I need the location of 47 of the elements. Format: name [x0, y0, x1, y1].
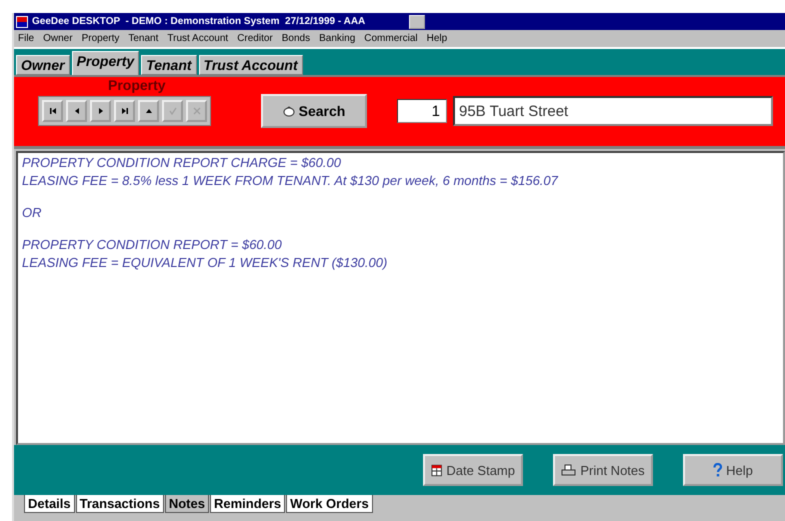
- tab[interactable]: Work Orders: [286, 495, 373, 513]
- note-line: OR: [22, 205, 42, 220]
- first-record-icon: [48, 106, 58, 116]
- nav-button[interactable]: [66, 100, 87, 122]
- cancel-icon: [192, 106, 202, 116]
- last-record-icon: [120, 106, 130, 116]
- calendar-icon: [431, 464, 442, 476]
- print-button[interactable]: Print Notes: [553, 454, 653, 486]
- menu-item[interactable]: Tenant: [128, 33, 158, 44]
- section-label: Property: [108, 77, 166, 94]
- note-line: PROPERTY CONDITION REPORT CHARGE = $60.00: [22, 155, 342, 170]
- printer-icon: [561, 464, 576, 476]
- tab[interactable]: Property: [72, 51, 140, 75]
- menu-item[interactable]: Owner: [43, 33, 73, 44]
- tab[interactable]: Details: [24, 495, 75, 513]
- window-title: GeeDee DESKTOP - DEMO : Demonstration System 27/12/1999 - AAA: [32, 16, 366, 27]
- menu-item[interactable]: Creditor: [237, 33, 273, 44]
- search-button[interactable]: Search: [261, 94, 367, 128]
- note-line: LEASING FEE = 8.5% less 1 WEEK FROM TENANT. At $130 per week, 6 months = $156.07: [22, 173, 560, 188]
- tab[interactable]: Reminders: [210, 495, 286, 513]
- menu-item[interactable]: Bonds: [282, 33, 310, 44]
- app-icon: [16, 16, 28, 28]
- tab[interactable]: Notes: [164, 495, 209, 513]
- menu-item[interactable]: Trust Account: [167, 33, 228, 44]
- tab[interactable]: Owner: [16, 55, 70, 75]
- notes-area[interactable]: [16, 151, 785, 445]
- menu-item[interactable]: Property: [82, 33, 120, 44]
- note-line: PROPERTY CONDITION REPORT = $60.00: [22, 237, 283, 252]
- record-number-field[interactable]: 1: [397, 99, 447, 123]
- menu-item[interactable]: Banking: [319, 33, 356, 44]
- nav-button[interactable]: [114, 100, 135, 122]
- address-field[interactable]: 95B Tuart Street: [453, 96, 773, 126]
- question-mark-icon: [713, 463, 722, 477]
- date-stamp-button[interactable]: Date Stamp: [423, 454, 523, 486]
- nav-button[interactable]: [90, 100, 111, 122]
- nav-button[interactable]: [138, 100, 159, 122]
- menu-item[interactable]: File: [18, 33, 34, 44]
- menu-item[interactable]: Help: [426, 33, 448, 44]
- nav-button[interactable]: [42, 100, 63, 122]
- search-icon: [282, 106, 295, 116]
- tab[interactable]: Transactions: [76, 495, 164, 513]
- menu-item[interactable]: Commercial: [364, 33, 418, 44]
- help-button[interactable]: Help: [683, 454, 783, 486]
- note-line: LEASING FEE = EQUIVALENT OF 1 WEEK'S RENT ($130.00): [22, 255, 388, 270]
- check-icon: [168, 106, 178, 116]
- tab[interactable]: Tenant: [141, 55, 197, 75]
- tab[interactable]: Trust Account: [198, 55, 303, 75]
